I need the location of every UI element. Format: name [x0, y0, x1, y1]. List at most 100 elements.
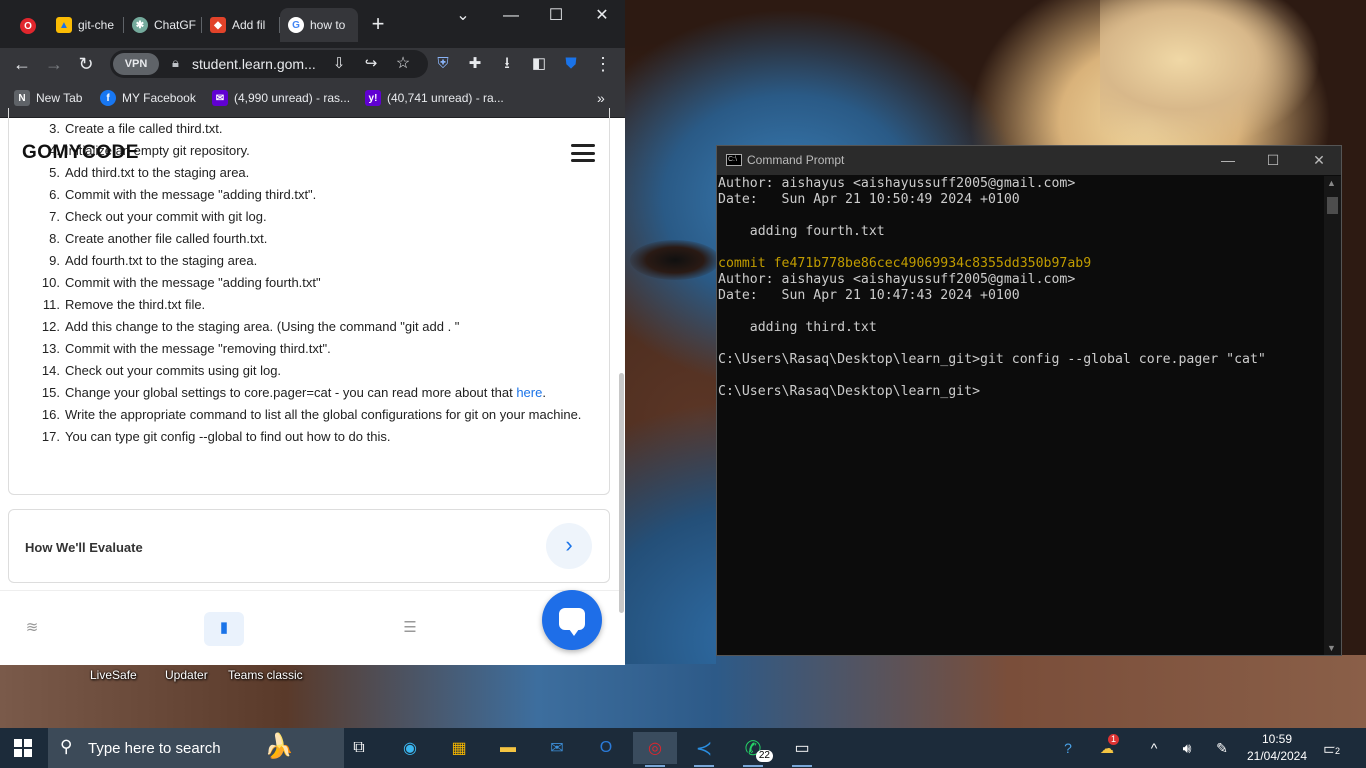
desktop-icon-updater[interactable]: Updater — [165, 668, 208, 682]
close-icon[interactable]: ✕ — [579, 4, 625, 28]
minimize-icon[interactable]: — — [1208, 150, 1248, 170]
install-app-icon[interactable]: ⇩ — [327, 52, 351, 76]
scroll-thumb[interactable] — [1327, 197, 1338, 214]
time: 10:59 — [1261, 732, 1293, 746]
tab-git-che[interactable]: ▲ git-che — [48, 8, 120, 42]
console-line: C:\Users\Rasaq\Desktop\learn_git>git con… — [718, 352, 1266, 367]
step-text: Create a file called third.txt. — [65, 118, 596, 140]
maximize-icon[interactable]: ☐ — [533, 4, 579, 28]
step-text: Commit with the message "adding fourth.t… — [65, 272, 596, 294]
url-text[interactable]: student.learn.gom... — [192, 56, 316, 72]
cmd-taskbar-icon[interactable]: ▭ — [780, 732, 824, 767]
close-icon[interactable]: ✕ — [1299, 150, 1339, 170]
chevron-right-icon[interactable]: › — [546, 523, 592, 569]
step-text: Check out your commits using git log. — [65, 360, 596, 382]
browser-window: O ▲ git-che ✱ ChatGF ◆ Add fil G how to … — [0, 0, 625, 665]
extension-lock-icon[interactable]: ⛨ — [431, 52, 455, 76]
scroll-up-icon[interactable]: ▲ — [1327, 178, 1336, 188]
hamburger-menu-icon[interactable] — [571, 144, 595, 162]
lock-icon[interactable]: 🔒︎ — [172, 55, 179, 71]
help-icon[interactable]: ? — [1056, 728, 1080, 768]
console-output[interactable]: Author: aishayus <aishayussuff2005@gmail… — [718, 176, 1325, 654]
task-view-icon[interactable]: ⧉ — [337, 732, 381, 764]
notifications-icon[interactable]: ▭ 2 — [1323, 739, 1343, 759]
extensions-icon[interactable]: ✚ — [463, 52, 487, 76]
whatsapp-icon[interactable]: ✆ 22 — [731, 732, 775, 767]
step-text: Add this change to the staging area. (Us… — [65, 316, 596, 338]
step-text: Initialize an empty git repository. — [65, 140, 596, 162]
bookmark-star-icon[interactable]: ☆ — [391, 52, 415, 76]
step-number: 5. — [49, 165, 60, 180]
step-text-main: Add this change to the staging area. (Us… — [65, 319, 460, 334]
chat-button[interactable] — [542, 590, 602, 650]
tab-search-icon[interactable]: ⌄ — [440, 4, 486, 28]
instruction-step: 13. Commit with the message "removing thi… — [36, 338, 596, 360]
tab-chatgpt[interactable]: ✱ ChatGF — [124, 8, 196, 42]
vscode-icon[interactable]: ≺ — [682, 732, 726, 767]
outlook-icon[interactable]: O — [584, 732, 628, 764]
web-page: 3. Create a file called third.txt. 4. Initi… — [0, 108, 625, 665]
minimize-icon[interactable]: — — [488, 4, 534, 28]
step-text: Commit with the message "adding third.tx… — [65, 184, 596, 206]
store-icon[interactable]: ▦ — [437, 732, 481, 764]
step-text-end: . — [542, 385, 546, 400]
shield-icon[interactable]: ⛊ — [559, 52, 583, 76]
scroll-down-icon[interactable]: ▼ — [1327, 643, 1336, 653]
page-scrollbar[interactable] — [619, 373, 624, 613]
bookmark-yahoo[interactable]: y! (40,741 unread) - ra... — [365, 90, 504, 106]
bookmark-yahoo-mail[interactable]: ✉ (4,990 unread) - ras... — [212, 90, 350, 106]
search-highlight-icon: 🍌 — [264, 733, 294, 760]
downloads-icon[interactable]: ⭳ — [495, 52, 519, 76]
bookmark-label: (40,741 unread) - ra... — [387, 91, 504, 105]
instruction-step: 5. Add third.txt to the staging area. — [36, 162, 596, 184]
step-text-main: Commit with the message "removing third.… — [65, 341, 331, 356]
tab-how-to[interactable]: G how to — [280, 8, 358, 42]
how-we-evaluate-card[interactable]: How We'll Evaluate › — [8, 509, 610, 583]
facebook-icon: f — [100, 90, 116, 106]
taskbar-search[interactable]: ⚲ Type here to search 🍌 — [48, 728, 344, 768]
book-icon[interactable]: ▮ — [215, 619, 233, 637]
tab-add-file[interactable]: ◆ Add fil — [202, 8, 278, 42]
back-icon[interactable]: ← — [10, 52, 34, 76]
step-number: 11. — [42, 297, 60, 312]
chatgpt-icon: ✱ — [132, 17, 148, 33]
file-explorer-icon[interactable]: ▬ — [486, 732, 530, 764]
search-placeholder: Type here to search — [88, 740, 221, 757]
console-line: Author: aishayus <aishayussuff2005@gmail… — [718, 176, 1076, 191]
google-icon: G — [288, 17, 304, 33]
chevron-up-icon[interactable]: ^ — [1144, 728, 1164, 768]
desktop-icon-teams-classic[interactable]: Teams classic — [228, 668, 303, 682]
weather-icon[interactable]: ☁ 1 — [1094, 728, 1120, 768]
gomycode-logo[interactable]: GOMYCODE — [22, 142, 139, 164]
volume-icon[interactable]: 🔊︎ — [1176, 728, 1198, 768]
list-icon[interactable]: ☰ — [401, 619, 419, 637]
bookmark-new-tab[interactable]: N New Tab — [14, 90, 82, 106]
more-bookmarks-icon[interactable]: » — [597, 90, 605, 106]
opera-taskbar-icon[interactable]: ◎ — [633, 732, 677, 767]
chat-bubble-icon — [559, 608, 585, 636]
layers-icon[interactable]: ≋ — [23, 619, 41, 637]
clock[interactable]: 10:59 21/04/2024 — [1243, 731, 1311, 765]
pen-icon[interactable]: ✎ — [1211, 728, 1233, 768]
vpn-badge[interactable]: VPN — [113, 53, 159, 75]
menu-icon[interactable]: ⋮ — [591, 52, 615, 76]
opera-menu-button[interactable]: O — [10, 12, 40, 40]
new-tab-button[interactable]: + — [367, 13, 389, 36]
edge-icon[interactable]: ◉ — [388, 732, 432, 764]
forward-icon[interactable]: → — [42, 52, 66, 76]
maximize-icon[interactable]: ☐ — [1253, 150, 1293, 170]
step-text: Write the appropriate command to list al… — [65, 404, 596, 426]
mail-icon[interactable]: ✉ — [535, 732, 579, 764]
step-text-main: Add third.txt to the staging area. — [65, 165, 250, 180]
cmd-scrollbar[interactable]: ▲ ▼ — [1324, 176, 1341, 655]
side-panel-icon[interactable]: ◧ — [527, 52, 551, 76]
start-button[interactable] — [14, 739, 32, 757]
share-icon[interactable]: ↪ — [359, 52, 383, 76]
bookmark-facebook[interactable]: f MY Facebook — [100, 90, 196, 106]
instruction-step: 12. Add this change to the staging area. … — [36, 316, 596, 338]
desktop-icon-livesafe[interactable]: LiveSafe — [90, 668, 137, 682]
here-link[interactable]: here — [516, 385, 542, 400]
cmd-titlebar[interactable]: C:\ Command Prompt — ☐ ✕ — [717, 146, 1341, 175]
reload-icon[interactable]: ↻ — [74, 52, 98, 76]
